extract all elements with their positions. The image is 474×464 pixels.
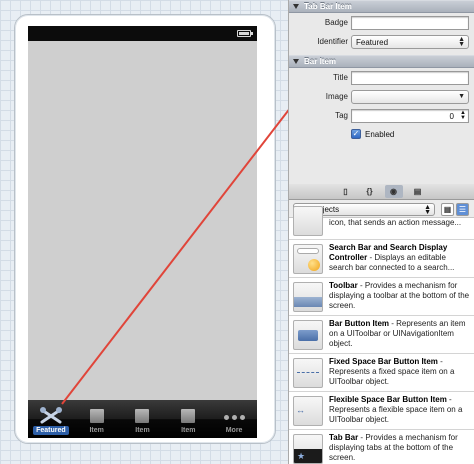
section-header-bar-item[interactable]: Bar Item xyxy=(289,55,474,68)
search-bar-controller-icon xyxy=(293,244,323,274)
tab-label: Item xyxy=(89,427,104,434)
tag-value: 0 xyxy=(449,112,454,121)
enabled-checkbox[interactable]: ✓ xyxy=(351,129,361,139)
bar-button-item-icon xyxy=(293,320,323,350)
identifier-value: Featured xyxy=(356,38,389,47)
enabled-row: ✓ Enabled xyxy=(289,127,474,143)
tag-row: Tag 0 ▲ ▼ xyxy=(289,108,474,125)
item-description: Search Bar and Search Display Controller… xyxy=(329,243,455,272)
objects-icon[interactable]: ◉ xyxy=(384,185,403,198)
title-label: Title xyxy=(333,73,348,82)
list-item-bar-button-item[interactable]: Bar Button Item - Represents an item on … xyxy=(289,316,474,354)
code-snippet-icon[interactable]: {} xyxy=(361,185,379,198)
tab-bar-item-featured[interactable]: Featured xyxy=(28,400,74,438)
list-item-tab-bar[interactable]: ★ Tab Bar - Provides a mechanism for dis… xyxy=(289,430,474,464)
popup-arrows-icon: ▲ ▼ xyxy=(424,204,431,216)
tag-field[interactable]: 0 ▲ ▼ xyxy=(351,109,469,123)
chevron-down-icon[interactable]: ▼ xyxy=(458,93,465,100)
tools-icon xyxy=(39,407,62,424)
tag-label: Tag xyxy=(335,111,348,120)
identifier-row: Identifier Featured ▲ ▼ xyxy=(289,34,474,51)
more-dots-icon xyxy=(223,415,245,420)
section-header-tab-bar-item[interactable]: Tab Bar Item xyxy=(289,0,474,13)
file-template-icon[interactable]: ▯ xyxy=(337,185,355,198)
enabled-label: Enabled xyxy=(365,130,395,139)
list-item-flexible-space[interactable]: ↔ Flexible Space Bar Button Item - Repre… xyxy=(289,392,474,430)
item-description: Bar Button Item - Represents an item on … xyxy=(329,319,466,348)
list-item[interactable]: icon, that sends an action message... xyxy=(289,206,474,240)
square-icon xyxy=(181,409,196,423)
tab-bar-item-1[interactable]: Item xyxy=(74,400,120,438)
image-label: Image xyxy=(325,92,348,101)
disclosure-triangle-icon[interactable] xyxy=(293,4,299,9)
stepper-icon[interactable]: ▲ ▼ xyxy=(460,110,466,121)
battery-icon xyxy=(237,30,253,37)
tab-bar-item-3[interactable]: Item xyxy=(165,400,211,438)
title-row: Title xyxy=(289,70,474,87)
tab-bar-item-more[interactable]: More xyxy=(211,400,257,438)
tab-bar[interactable]: Featured Item Item Item More xyxy=(28,400,257,438)
tab-label: Item xyxy=(181,427,196,434)
section-title: Bar Item xyxy=(304,57,337,66)
badge-label: Badge xyxy=(324,18,348,27)
image-combo[interactable]: ▼ xyxy=(351,90,469,104)
identifier-select[interactable]: Featured ▲ ▼ xyxy=(351,35,469,49)
identifier-label: Identifier xyxy=(317,37,348,46)
fixed-space-icon xyxy=(293,358,323,388)
list-view-icon[interactable]: ☰ xyxy=(456,203,469,216)
list-item-fixed-space[interactable]: Fixed Space Bar Button Item - Represents… xyxy=(289,354,474,392)
toolbar-icon xyxy=(293,282,323,312)
library-pane: ▯ {} ◉ ▤ Objects ▲ ▼ ▦ ☰ icon, that sends… xyxy=(288,184,474,464)
list-item-search-bar-controller[interactable]: Search Bar and Search Display Controller… xyxy=(289,240,474,278)
iphone-screen[interactable]: Featured Item Item Item More xyxy=(28,26,257,438)
tab-label: More xyxy=(225,427,243,434)
item-description: Fixed Space Bar Button Item - Represents… xyxy=(329,357,455,386)
library-tabs: ▯ {} ◉ ▤ xyxy=(289,184,474,200)
square-icon xyxy=(89,409,104,423)
media-icon[interactable]: ▤ xyxy=(409,185,427,198)
section-title: Tab Bar Item xyxy=(304,2,352,11)
attributes-inspector: Tab Bar Item Badge Identifier Featured ▲… xyxy=(288,0,474,184)
tab-label: Featured xyxy=(33,426,69,435)
object-thumbnail-icon xyxy=(293,206,323,236)
tab-bar-item-2[interactable]: Item xyxy=(120,400,166,438)
objects-list[interactable]: icon, that sends an action message... Se… xyxy=(289,206,474,464)
item-description: icon, that sends an action message... xyxy=(329,218,462,227)
list-item-toolbar[interactable]: Toolbar - Provides a mechanism for displ… xyxy=(289,278,474,316)
image-row: Image ▼ xyxy=(289,89,474,106)
status-bar xyxy=(28,26,257,41)
badge-field[interactable] xyxy=(351,16,469,30)
badge-row: Badge xyxy=(289,15,474,32)
flexible-space-icon: ↔ xyxy=(293,396,323,426)
item-description: Flexible Space Bar Button Item - Represe… xyxy=(329,395,463,424)
tab-label: Item xyxy=(135,427,150,434)
tab-bar-icon: ★ xyxy=(293,434,323,464)
popup-arrows-icon: ▲ ▼ xyxy=(458,36,465,48)
square-icon xyxy=(135,409,150,423)
item-description: Tab Bar - Provides a mechanism for displ… xyxy=(329,433,458,462)
disclosure-triangle-icon[interactable] xyxy=(293,59,299,64)
title-field[interactable] xyxy=(351,71,469,85)
item-description: Toolbar - Provides a mechanism for displ… xyxy=(329,281,470,310)
grid-view-icon[interactable]: ▦ xyxy=(441,203,454,216)
